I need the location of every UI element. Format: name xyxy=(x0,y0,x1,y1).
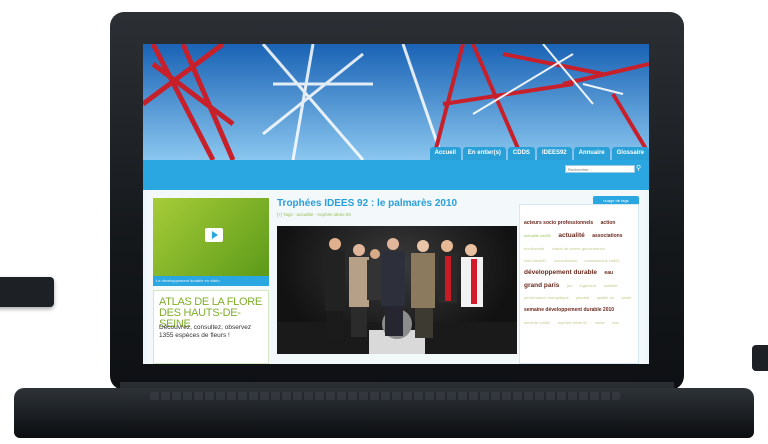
tab-en-entier[interactable]: En entier(s) xyxy=(462,147,506,161)
tag-cloud: acteurs socio professionnels action actu… xyxy=(519,204,639,364)
search-icon[interactable]: ⚲ xyxy=(636,165,643,173)
tag-link[interactable]: santé xyxy=(622,295,632,300)
tag-link[interactable]: jeu xyxy=(567,283,572,288)
tag-link[interactable]: seminar cdd92 xyxy=(524,320,550,325)
atlas-text: Découvrez, consultez, observez 1355 espè… xyxy=(159,324,252,339)
tag-link[interactable]: semaine développement durable 2010 xyxy=(524,307,614,313)
page-content: Le développement durable en vidéo ATLAS … xyxy=(147,190,645,364)
tag-link[interactable]: eau xyxy=(604,270,613,276)
tag-link[interactable]: actualité xyxy=(558,232,584,239)
background-device-right xyxy=(752,345,768,371)
tag-link[interactable]: action xyxy=(601,220,616,226)
tag-link[interactable]: planète xyxy=(576,295,589,300)
tag-link[interactable]: trophée ideas 92 xyxy=(558,320,588,325)
article-tags[interactable]: [+] Tags : actualité - trophée ideas 92 xyxy=(277,212,527,217)
tag-link[interactable]: acteurs socio professionnels xyxy=(524,220,593,226)
tag-link[interactable]: associations xyxy=(592,233,622,239)
tag-cloud-list: acteurs socio professionnels action actu… xyxy=(524,215,636,327)
tag-link[interactable]: logement xyxy=(580,283,596,288)
video-thumbnail[interactable] xyxy=(153,198,269,276)
tag-link[interactable]: grand paris xyxy=(524,282,559,289)
background-device-left xyxy=(0,277,54,307)
tag-link[interactable]: charte de bonne gouvernance xyxy=(552,246,605,251)
tag-link[interactable]: développement durable xyxy=(524,269,597,276)
tag-link[interactable]: club ideas92 xyxy=(524,258,546,263)
atlas-banner[interactable]: ATLAS DE LA FLORE DES HAUTS-DE-SEINE Déc… xyxy=(153,290,269,364)
laptop-keyboard xyxy=(150,392,620,400)
tag-link[interactable]: performance énergétique xyxy=(524,295,569,300)
article-photo[interactable] xyxy=(277,226,517,354)
laptop-screen: Accueil En entier(s) CDDS IDEES92 Annuai… xyxy=(143,44,649,364)
tag-link[interactable]: commissions cdd92 xyxy=(585,258,620,263)
tag-link[interactable]: eau xyxy=(612,320,619,325)
article-title[interactable]: Trophées IDEES 92 : le palmarès 2010 xyxy=(277,198,527,209)
main-navigation: Accueil En entier(s) CDDS IDEES92 Annuai… xyxy=(429,147,649,161)
pylon-illustration xyxy=(143,44,649,160)
tab-accueil[interactable]: Accueil xyxy=(429,147,461,161)
search-input[interactable]: Rechercher... xyxy=(565,165,635,173)
tag-link[interactable]: biodiversité xyxy=(524,246,544,251)
tag-link[interactable]: qualité air xyxy=(597,295,614,300)
video-caption[interactable]: Le développement durable en vidéo xyxy=(153,276,269,286)
tab-glossaire[interactable]: Glossaire xyxy=(611,147,649,161)
tag-link[interactable]: mobilité xyxy=(604,283,618,288)
tag-link[interactable]: actualité cdd92 xyxy=(524,233,551,238)
header-banner xyxy=(143,44,649,160)
tab-cdds[interactable]: CDDS xyxy=(507,147,535,161)
tag-link[interactable]: vente xyxy=(595,320,605,325)
award-photo xyxy=(277,238,517,354)
tag-link[interactable]: commissions xyxy=(554,258,577,263)
play-icon[interactable] xyxy=(205,228,223,242)
tab-idees92[interactable]: IDEES92 xyxy=(536,147,572,161)
tab-annuaire[interactable]: Annuaire xyxy=(573,147,610,161)
